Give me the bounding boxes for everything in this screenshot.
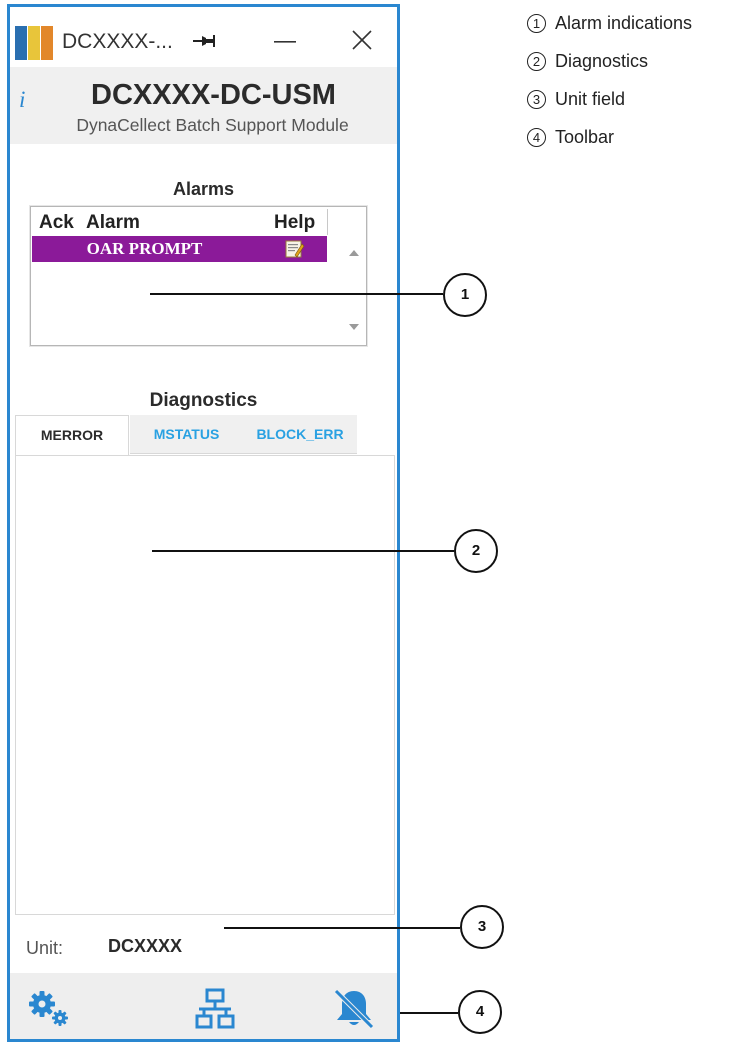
- scroll-down-arrow-icon[interactable]: [348, 323, 360, 331]
- settings-gears-icon: [29, 991, 68, 1026]
- callout-leader-2: [152, 550, 454, 552]
- settings-button[interactable]: [26, 985, 74, 1033]
- alarms-heading: Alarms: [172, 179, 235, 199]
- alarms-header-row: Ack Alarm Help: [31, 209, 331, 235]
- network-icon: [195, 988, 235, 1029]
- toolbar: [10, 973, 397, 1039]
- callout-leader-4: [400, 1012, 458, 1014]
- scroll-up-arrow-icon[interactable]: [348, 249, 360, 257]
- callout-leader-3: [224, 927, 460, 929]
- diagnostics-tabs: MERROR MSTATUS BLOCK_ERR: [15, 415, 375, 456]
- diagnostics-panel: [15, 455, 395, 915]
- callout-3: 3: [460, 905, 504, 949]
- diagnostics-heading: Diagnostics: [149, 390, 258, 411]
- legend-number: 3: [527, 90, 546, 109]
- device-title: DCXXXX-DC-USM: [91, 79, 336, 111]
- network-button[interactable]: [191, 985, 239, 1033]
- minimize-icon[interactable]: [270, 29, 300, 53]
- legend-number: 4: [527, 128, 546, 147]
- pin-icon[interactable]: [193, 33, 217, 49]
- alarm-bell-muted-icon: [334, 989, 374, 1029]
- legend-text: Diagnostics: [555, 51, 649, 71]
- device-header: i DCXXXX-DC-USM DynaCellect Batch Suppor…: [10, 67, 397, 144]
- alarm-name: OAR PROMPT: [86, 239, 203, 258]
- unit-label: Unit:: [26, 938, 64, 958]
- alarms-scrollbar[interactable]: [342, 235, 366, 343]
- callout-leader-1: [150, 293, 443, 295]
- alarms-list: Ack Alarm Help OAR PROMPT: [30, 206, 367, 346]
- legend-number: 1: [527, 14, 546, 33]
- column-divider: [327, 209, 328, 235]
- callout-2: 2: [454, 529, 498, 573]
- legend-text: Alarm indications: [555, 13, 693, 33]
- column-header-alarm[interactable]: Alarm: [86, 212, 140, 234]
- window-title: DCXXXX-...: [62, 30, 173, 53]
- callout-1: 1: [443, 273, 487, 317]
- unit-value: DCXXXX: [108, 936, 183, 956]
- device-subtitle: DynaCellect Batch Support Module: [76, 115, 349, 135]
- alarm-mute-button[interactable]: [330, 985, 378, 1033]
- tab-merror[interactable]: MERROR: [15, 415, 129, 456]
- help-notepad-icon[interactable]: [285, 240, 305, 258]
- app-window: DCXXXX-... i DCXXXX-DC-USM DynaCellect B…: [7, 4, 400, 1042]
- app-bars-icon: [15, 26, 53, 60]
- legend-number: 2: [527, 52, 546, 71]
- close-icon[interactable]: [350, 28, 374, 52]
- tab-mstatus[interactable]: MSTATUS: [130, 415, 243, 454]
- callout-4: 4: [458, 990, 502, 1034]
- title-bar: DCXXXX-...: [10, 7, 397, 67]
- column-header-help[interactable]: Help: [274, 212, 315, 234]
- tab-block-err[interactable]: BLOCK_ERR: [243, 415, 357, 454]
- legend-text: Unit field: [555, 89, 626, 109]
- legend-text: Toolbar: [555, 127, 615, 147]
- column-header-ack[interactable]: Ack: [39, 212, 74, 234]
- alarm-row[interactable]: OAR PROMPT: [32, 236, 327, 262]
